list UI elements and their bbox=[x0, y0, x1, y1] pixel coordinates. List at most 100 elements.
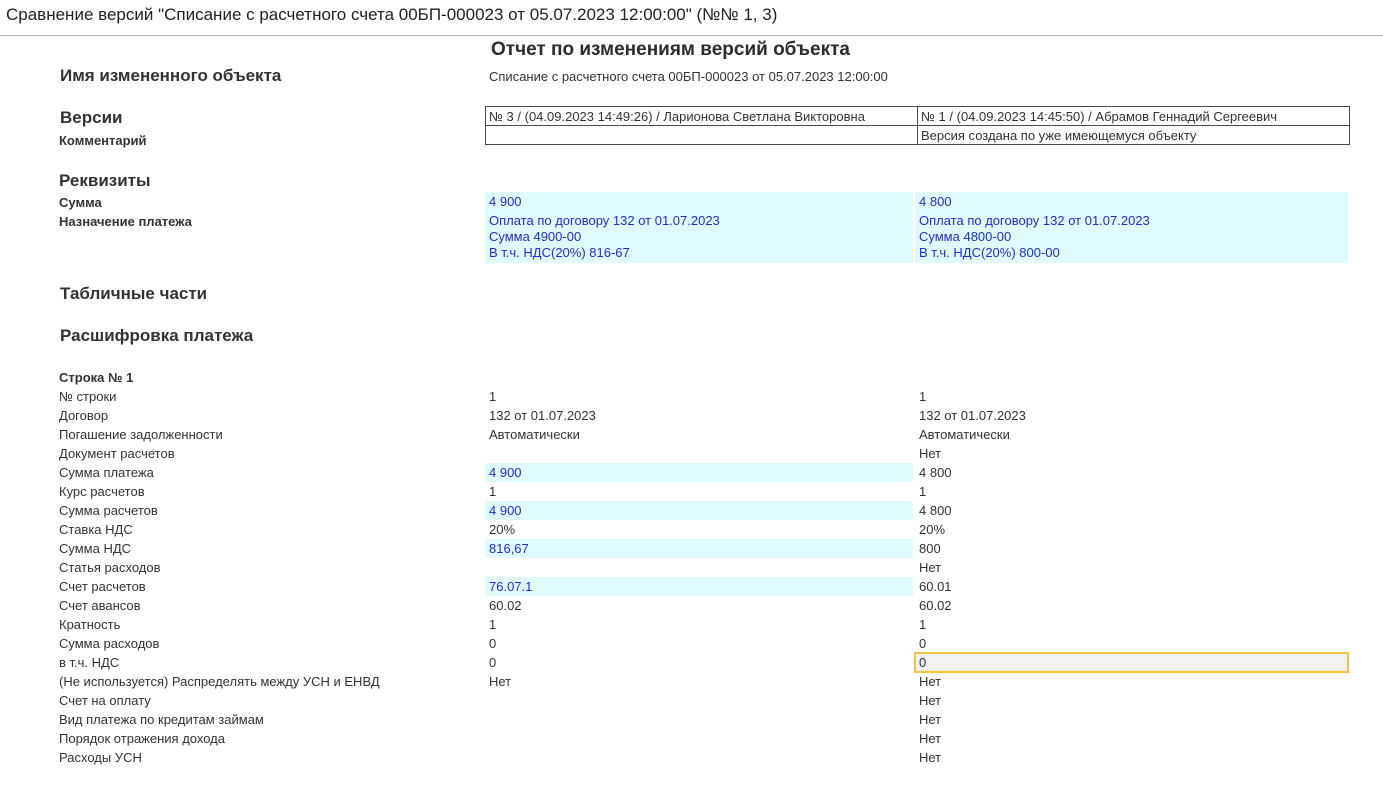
version-1-comment[interactable]: Версия создана по уже имеющемуся объекту bbox=[917, 125, 1350, 145]
row-value-version-1[interactable]: Нет bbox=[915, 444, 1348, 463]
row-value-version-3[interactable]: Автоматически bbox=[485, 425, 913, 444]
version-3-header[interactable]: № 3 / (04.09.2023 14:49:26) / Ларионова … bbox=[485, 106, 918, 126]
cell-text: Нет bbox=[919, 446, 942, 461]
attr-sum-value: 4 900 bbox=[489, 194, 522, 209]
version-3-comment[interactable] bbox=[485, 125, 918, 145]
row-value-version-3[interactable] bbox=[485, 729, 913, 748]
object-name: Списание с расчетного счета 00БП-000023 … bbox=[489, 69, 888, 84]
cell-text: 4 900 bbox=[489, 503, 522, 518]
row-value-version-1[interactable]: Нет bbox=[915, 748, 1348, 767]
row-value-version-1[interactable]: 800 bbox=[915, 539, 1348, 558]
purpose-line: Сумма 4900-00 bbox=[489, 229, 582, 244]
row-value-version-3[interactable]: 4 900 bbox=[485, 501, 913, 520]
cell-text: 1 bbox=[489, 617, 497, 632]
row-value-version-3[interactable] bbox=[485, 558, 913, 577]
selected-cell[interactable]: 0 bbox=[914, 652, 1349, 673]
table-row: Документ расчетов Нет bbox=[0, 444, 1383, 463]
purpose-line: Сумма 4800-00 bbox=[919, 229, 1012, 244]
cell-text: 0 bbox=[919, 636, 927, 651]
row-value-version-1[interactable]: 1 bbox=[915, 387, 1348, 406]
table-row: Сумма платежа 4 900 4 800 bbox=[0, 463, 1383, 482]
attr-sum-value: 4 800 bbox=[919, 194, 952, 209]
row-value-version-1[interactable]: Нет bbox=[915, 710, 1348, 729]
attr-purpose-version-1[interactable]: Оплата по договору 132 от 01.07.2023 Сум… bbox=[915, 211, 1348, 263]
row-value-version-1[interactable]: Нет bbox=[915, 691, 1348, 710]
row-label: Счет расчетов bbox=[59, 579, 146, 594]
table-name: Расшифровка платежа bbox=[60, 326, 254, 345]
row-value-version-3[interactable]: 60.02 bbox=[485, 596, 913, 615]
cell-text: 20% bbox=[489, 522, 516, 537]
row-label: в т.ч. НДС bbox=[59, 655, 120, 670]
table-row: Счет на оплату Нет bbox=[0, 691, 1383, 710]
cell-text: 60.01 bbox=[919, 579, 952, 594]
row-value-version-3[interactable]: 816,67 bbox=[485, 539, 913, 558]
row-value-version-1[interactable]: Нет bbox=[915, 558, 1348, 577]
cell-text: 132 от 01.07.2023 bbox=[919, 408, 1026, 423]
cell-text: Автоматически bbox=[489, 427, 580, 442]
row-value-version-3[interactable]: 76.07.1 bbox=[485, 577, 913, 596]
row-value-version-1[interactable]: 0 bbox=[915, 634, 1348, 653]
row-label: № строки bbox=[59, 389, 117, 404]
row-value-version-1[interactable]: Автоматически bbox=[915, 425, 1348, 444]
cell-text: Нет bbox=[919, 731, 942, 746]
row-value-version-1[interactable]: Нет bbox=[915, 729, 1348, 748]
row-value-version-3[interactable]: 0 bbox=[485, 653, 913, 672]
cell-text: 4 900 bbox=[489, 465, 522, 480]
cell-text: 0 bbox=[489, 636, 497, 651]
row-value-version-1[interactable]: 60.02 bbox=[915, 596, 1348, 615]
cell-text: Нет bbox=[919, 674, 942, 689]
row-value-version-1[interactable]: 20% bbox=[915, 520, 1348, 539]
attr-purpose-version-3[interactable]: Оплата по договору 132 от 01.07.2023 Сум… bbox=[485, 211, 913, 263]
cell-text: 132 от 01.07.2023 bbox=[489, 408, 596, 423]
row-label: Сумма НДС bbox=[59, 541, 132, 556]
comment-label: Комментарий bbox=[59, 133, 147, 148]
row-value-version-1[interactable]: 60.01 bbox=[915, 577, 1348, 596]
object-heading: Имя измененного объекта bbox=[60, 66, 282, 85]
purpose-line: В т.ч. НДС(20%) 816-67 bbox=[489, 245, 630, 260]
row-value-version-3[interactable] bbox=[485, 710, 913, 729]
cell-text: 76.07.1 bbox=[489, 579, 533, 594]
row-value-version-1[interactable]: 4 800 bbox=[915, 463, 1348, 482]
table-row: Счет авансов 60.02 60.02 bbox=[0, 596, 1383, 615]
row-value-version-1[interactable]: 1 bbox=[915, 482, 1348, 501]
row-value-version-3[interactable]: 4 900 bbox=[485, 463, 913, 482]
attr-purpose-label: Назначение платежа bbox=[59, 214, 192, 229]
table-row: Сумма расчетов 4 900 4 800 bbox=[0, 501, 1383, 520]
row-label: Курс расчетов bbox=[59, 484, 145, 499]
row-value-version-3[interactable]: 20% bbox=[485, 520, 913, 539]
cell-text: 0 bbox=[489, 655, 497, 670]
tables-heading: Табличные части bbox=[60, 284, 208, 303]
attr-sum-version-1[interactable]: 4 800 bbox=[915, 192, 1348, 211]
row-value-version-3[interactable]: 1 bbox=[485, 482, 913, 501]
row-label: Вид платежа по кредитам займам bbox=[59, 712, 264, 727]
report-area[interactable]: Отчет по изменениям версий объекта Имя и… bbox=[0, 36, 1383, 792]
row-value-version-1[interactable]: 4 800 bbox=[915, 501, 1348, 520]
row-value-version-1[interactable]: 132 от 01.07.2023 bbox=[915, 406, 1348, 425]
cell-text: 60.02 bbox=[919, 598, 952, 613]
row-value-version-1[interactable]: 1 bbox=[915, 615, 1348, 634]
cell-text: Автоматически bbox=[919, 427, 1010, 442]
table-row: Погашение задолженности Автоматически Авто… bbox=[0, 425, 1383, 444]
cell-text: 20% bbox=[919, 522, 946, 537]
row-label: Ставка НДС bbox=[59, 522, 133, 537]
row-value-version-3[interactable] bbox=[485, 691, 913, 710]
row-value-version-3[interactable] bbox=[485, 444, 913, 463]
version-1-header[interactable]: № 1 / (04.09.2023 14:45:50) / Абрамов Ге… bbox=[917, 106, 1350, 126]
table-row: Сумма расходов 0 0 bbox=[0, 634, 1383, 653]
table-row: № строки 1 1 bbox=[0, 387, 1383, 406]
cell-text: 1 bbox=[919, 484, 927, 499]
row-value-version-3[interactable]: 132 от 01.07.2023 bbox=[485, 406, 913, 425]
row-value-version-3[interactable]: 1 bbox=[485, 615, 913, 634]
cell-text: 1 bbox=[919, 617, 927, 632]
row-value-version-3[interactable]: 0 bbox=[485, 634, 913, 653]
table-row: Курс расчетов 1 1 bbox=[0, 482, 1383, 501]
cell-text: Нет bbox=[919, 693, 942, 708]
row-value-version-3[interactable]: 1 bbox=[485, 387, 913, 406]
row-value-version-3[interactable] bbox=[485, 748, 913, 767]
attr-sum-version-3[interactable]: 4 900 bbox=[485, 192, 913, 211]
table-row: Ставка НДС 20% 20% bbox=[0, 520, 1383, 539]
row-value-version-3[interactable]: Нет bbox=[485, 672, 913, 691]
cell-text: 60.02 bbox=[489, 598, 522, 613]
row-label: Сумма расчетов bbox=[59, 503, 158, 518]
row-value-version-1[interactable]: Нет bbox=[915, 672, 1348, 691]
